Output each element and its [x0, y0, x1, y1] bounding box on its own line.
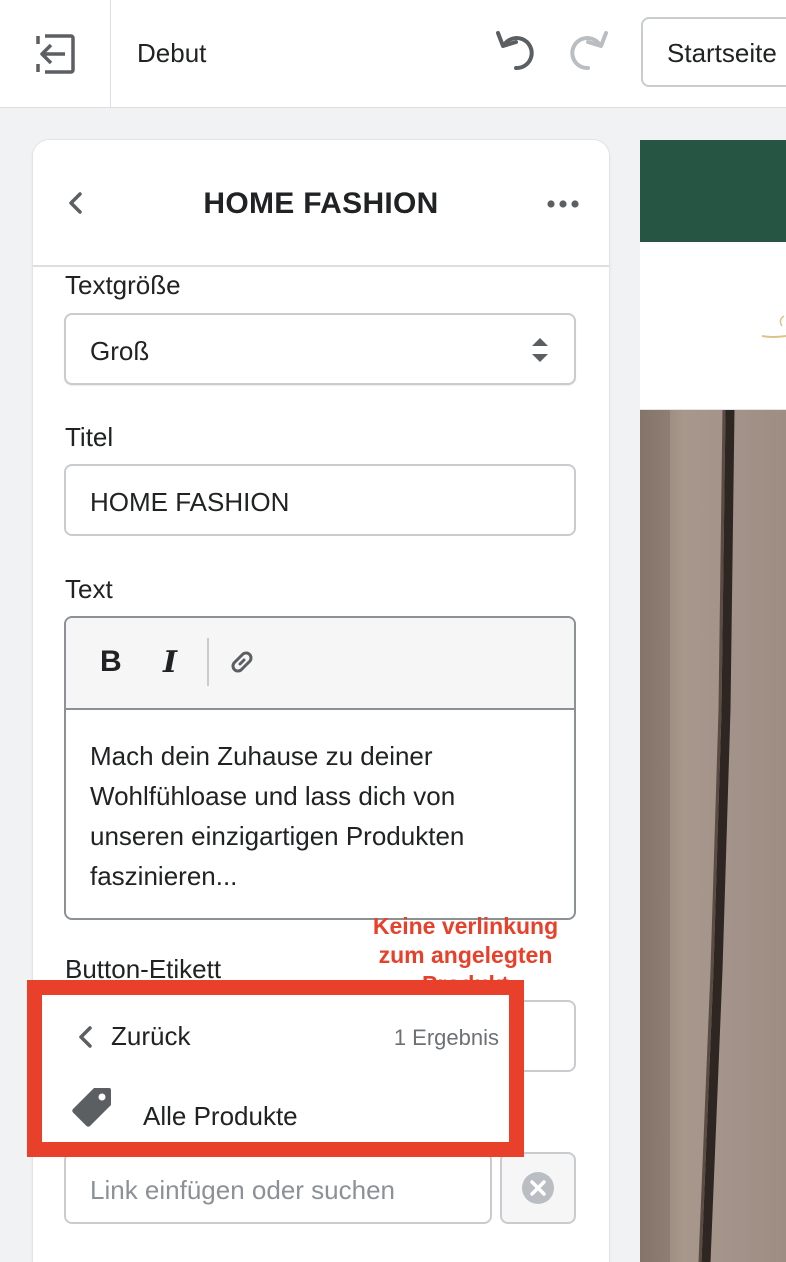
- redo-button[interactable]: [564, 27, 612, 75]
- exit-icon: [36, 34, 75, 74]
- editor-toolbar: B I: [66, 618, 574, 710]
- annotation-line-1: Keine verlinkung: [372, 913, 559, 939]
- clear-circle-icon: [522, 1172, 554, 1204]
- italic-button[interactable]: I: [163, 645, 177, 680]
- link-search-input[interactable]: Link einfügen oder suchen: [64, 1152, 492, 1224]
- panel-header: HOME FASHION: [33, 140, 609, 267]
- result-count: 1 Ergebnis: [393, 1025, 499, 1050]
- text-label: Text: [65, 574, 113, 604]
- text-size-value: Groß: [90, 336, 150, 366]
- annotation-line-2: zum angelegten: [378, 942, 553, 968]
- link-icon[interactable]: [226, 646, 258, 678]
- exit-button[interactable]: [0, 0, 111, 108]
- dropdown-back-button[interactable]: Zurück: [111, 1021, 190, 1052]
- top-bar: Debut Startseite: [0, 0, 786, 108]
- panel-title: HOME FASHION: [203, 187, 439, 220]
- undo-button[interactable]: [492, 27, 540, 75]
- more-options-icon[interactable]: [543, 190, 583, 218]
- text-size-select[interactable]: Groß: [64, 313, 576, 385]
- rich-text-editor[interactable]: B I Mach dein Zuhause zu deiner Wohlfühl…: [64, 616, 576, 920]
- title-input[interactable]: HOME FASHION: [64, 464, 576, 536]
- logo-fragment-icon: [761, 315, 786, 338]
- preview-announcement-bar: [640, 140, 786, 242]
- link-search-dropdown: Zurück 1 Ergebnis Alle Produkte: [27, 980, 524, 1157]
- text-size-label: Textgröße: [65, 270, 181, 300]
- preview-header: [640, 242, 786, 410]
- title-label: Titel: [65, 422, 114, 452]
- page-select[interactable]: Startseite: [641, 17, 786, 87]
- clear-link-button[interactable]: [500, 1152, 576, 1224]
- title-input-value: HOME FASHION: [90, 487, 290, 517]
- editor-content[interactable]: Mach dein Zuhause zu deiner Wohlfühloase…: [90, 736, 550, 896]
- link-search-placeholder: Link einfügen oder suchen: [90, 1175, 396, 1205]
- chevron-left-icon[interactable]: [72, 1023, 100, 1051]
- tag-icon: [72, 1088, 111, 1127]
- bold-button[interactable]: B: [100, 645, 122, 679]
- toolbar-divider: [207, 638, 209, 686]
- store-preview: [640, 140, 786, 1262]
- preview-hero-image[interactable]: [640, 409, 786, 1262]
- select-arrows-icon: [532, 338, 548, 362]
- hero-image-art: [640, 409, 735, 1262]
- undo-icon: [496, 31, 534, 71]
- dropdown-item-all-products[interactable]: Alle Produkte: [143, 1101, 298, 1132]
- redo-icon: [570, 31, 608, 71]
- theme-name: Debut: [137, 38, 207, 68]
